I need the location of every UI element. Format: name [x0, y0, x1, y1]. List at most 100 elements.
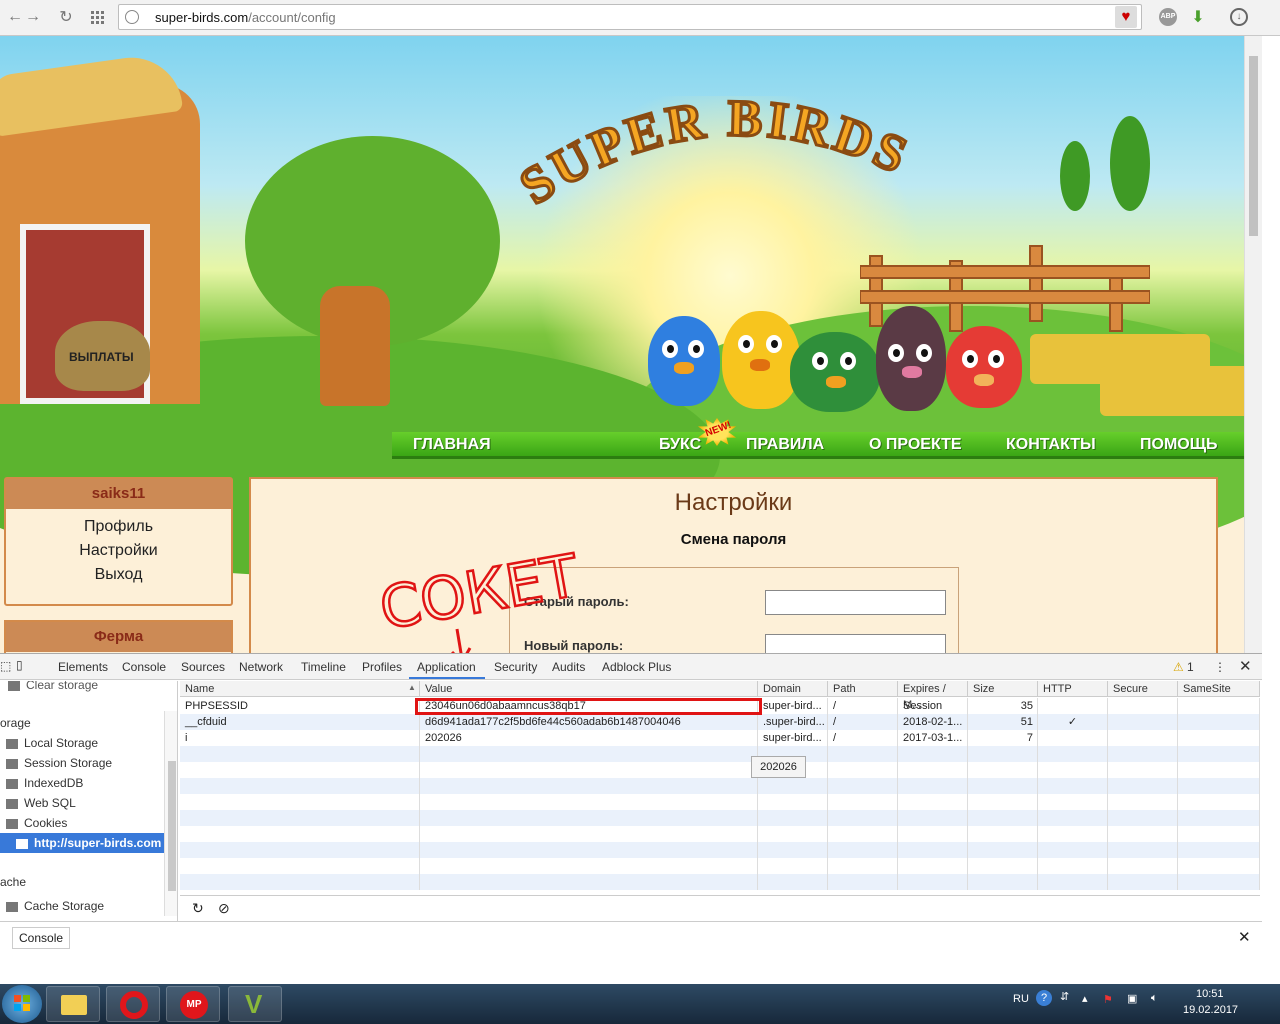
cookie-domain-cell: super-bird... — [758, 698, 828, 714]
bookmark-heart-button[interactable]: ♥ — [1115, 6, 1137, 28]
close-devtools-icon[interactable]: ✕ — [1239, 657, 1252, 675]
page-scrollbar-thumb[interactable] — [1249, 56, 1258, 236]
taskbar-v-app[interactable]: V — [228, 986, 282, 1022]
mp-app-icon: MP — [180, 991, 208, 1019]
cookie-row[interactable]: i 202026 super-bird.../2017-03-1... 7 — [180, 730, 1260, 746]
cookie-row[interactable]: __cfduid d6d941ada177c2f5bd6fe44c560adab6… — [180, 714, 1260, 730]
tray-expand-icon[interactable]: ▴ — [1082, 992, 1088, 1005]
column-http[interactable]: HTTP — [1038, 681, 1108, 697]
sidebar-scrollbar[interactable] — [164, 711, 177, 916]
tab-console[interactable]: Console — [122, 660, 166, 674]
menu-contacts[interactable]: КОНТАКТЫ — [1006, 436, 1096, 454]
cookie-path-cell — [828, 858, 898, 874]
column-expires[interactable]: Expires / M... — [898, 681, 968, 711]
devtools-menu-icon[interactable]: ⋮ — [1214, 660, 1226, 674]
cookie-http-cell — [1038, 842, 1108, 858]
cookie-name-cell — [180, 858, 420, 874]
tray-arrows-icon[interactable]: ⇵ — [1060, 990, 1069, 1003]
tab-network[interactable]: Network — [239, 660, 283, 674]
page-viewport: ВЫПЛАТЫ SUPER BIRDS — [0, 36, 1262, 653]
column-name[interactable]: Name — [180, 681, 420, 697]
empty-row — [180, 794, 1260, 810]
cookie-size-cell — [968, 778, 1038, 794]
network-icon[interactable]: ▣ — [1127, 992, 1137, 1005]
column-samesite[interactable]: SameSite — [1178, 681, 1260, 697]
sidebar-session-storage[interactable]: Session Storage — [6, 753, 112, 773]
tab-elements[interactable]: Elements — [58, 660, 108, 674]
volume-icon[interactable]: 🔈︎ — [1151, 992, 1158, 1005]
start-button[interactable] — [2, 985, 42, 1023]
cookie-secure-cell — [1108, 842, 1178, 858]
page-info-icon[interactable] — [125, 10, 139, 24]
devtools-tabbar: ⬚ ▯ Elements Console Sources Network Tim… — [0, 654, 1262, 680]
cookie-expires-cell — [898, 778, 968, 794]
menu-rules[interactable]: ПРАВИЛА — [746, 436, 824, 454]
cookie-domain-cell: .super-bird... — [758, 714, 828, 730]
taskbar-opera[interactable] — [106, 986, 160, 1022]
sidebar-cookie-origin[interactable]: http://super-birds.com — [0, 833, 164, 853]
sidebar-local-storage[interactable]: Local Storage — [6, 733, 98, 753]
settings-link[interactable]: Настройки — [6, 539, 231, 563]
address-bar[interactable]: super-birds.com/account/config ♥ — [118, 4, 1142, 30]
cookie-path-cell — [828, 794, 898, 810]
menu-help[interactable]: ПОМОЩЬ — [1140, 436, 1218, 454]
tab-sources[interactable]: Sources — [181, 660, 225, 674]
logout-link[interactable]: Выход — [6, 563, 231, 587]
column-domain[interactable]: Domain — [758, 681, 828, 697]
flag-alert-icon[interactable]: ⚑ — [1103, 993, 1113, 1006]
empty-row — [180, 810, 1260, 826]
cookie-path-cell — [828, 762, 898, 778]
adblock-extension-button[interactable]: ABP — [1157, 6, 1179, 28]
active-tab-indicator — [409, 677, 485, 679]
old-password-input[interactable] — [765, 590, 946, 615]
cookie-samesite-cell — [1178, 746, 1260, 762]
apps-button[interactable] — [86, 6, 108, 28]
warning-icon[interactable]: ⚠ — [1173, 660, 1184, 674]
menu-about[interactable]: О ПРОЕКТЕ — [869, 436, 962, 454]
tab-adblock-plus[interactable]: Adblock Plus — [602, 660, 671, 674]
cookie-domain-cell — [758, 826, 828, 842]
profile-link[interactable]: Профиль — [6, 515, 231, 539]
sidebar-clear-storage[interactable]: Clear storage — [8, 681, 98, 695]
language-indicator[interactable]: RU — [1013, 993, 1029, 1005]
close-drawer-icon[interactable]: ✕ — [1238, 928, 1251, 946]
page-scrollbar[interactable] — [1244, 36, 1262, 653]
new-password-input[interactable] — [765, 634, 946, 653]
column-secure[interactable]: Secure — [1108, 681, 1178, 697]
help-icon[interactable]: ? — [1036, 990, 1052, 1006]
forward-button[interactable]: → — [22, 6, 44, 28]
drawer-console-tab[interactable]: Console — [12, 927, 71, 949]
tab-timeline[interactable]: Timeline — [301, 660, 346, 674]
inspect-icon[interactable]: ⬚ — [0, 659, 11, 673]
reload-button[interactable]: ↻ — [55, 6, 77, 28]
column-value[interactable]: Value — [420, 681, 758, 697]
tab-profiles[interactable]: Profiles — [362, 660, 402, 674]
taskbar-mp-app[interactable]: MP — [166, 986, 220, 1022]
menu-buks[interactable]: БУКС — [659, 436, 701, 454]
device-mode-icon[interactable]: ▯ — [16, 658, 23, 672]
refresh-icon[interactable]: ↻ — [192, 900, 204, 917]
sidebar-indexeddb[interactable]: IndexedDB — [6, 773, 83, 793]
cookie-domain-cell — [758, 778, 828, 794]
empty-row — [180, 778, 1260, 794]
cookie-samesite-cell — [1178, 826, 1260, 842]
cookie-expires-cell — [898, 858, 968, 874]
download-extension-button[interactable]: ⬇ — [1187, 6, 1209, 28]
blue-bird — [648, 316, 720, 406]
sidebar-web-sql[interactable]: Web SQL — [6, 793, 76, 813]
taskbar-explorer[interactable] — [46, 986, 100, 1022]
sidebar-cache-storage[interactable]: Cache Storage — [6, 896, 104, 916]
column-path[interactable]: Path — [828, 681, 898, 697]
sidebar-cookies[interactable]: Cookies — [6, 813, 67, 833]
cookie-domain-cell — [758, 794, 828, 810]
tab-security[interactable]: Security — [494, 660, 537, 674]
tab-application[interactable]: Application — [417, 660, 476, 674]
column-size[interactable]: Size — [968, 681, 1038, 697]
cookie-path-cell — [828, 842, 898, 858]
clear-all-icon[interactable]: ⊘ — [218, 900, 230, 917]
browser-menu-button[interactable]: ↓ — [1228, 6, 1250, 28]
tab-audits[interactable]: Audits — [552, 660, 585, 674]
cookie-path-cell — [828, 810, 898, 826]
menu-home[interactable]: ГЛАВНАЯ — [413, 436, 491, 454]
sidebar-scrollbar-thumb[interactable] — [168, 761, 176, 891]
